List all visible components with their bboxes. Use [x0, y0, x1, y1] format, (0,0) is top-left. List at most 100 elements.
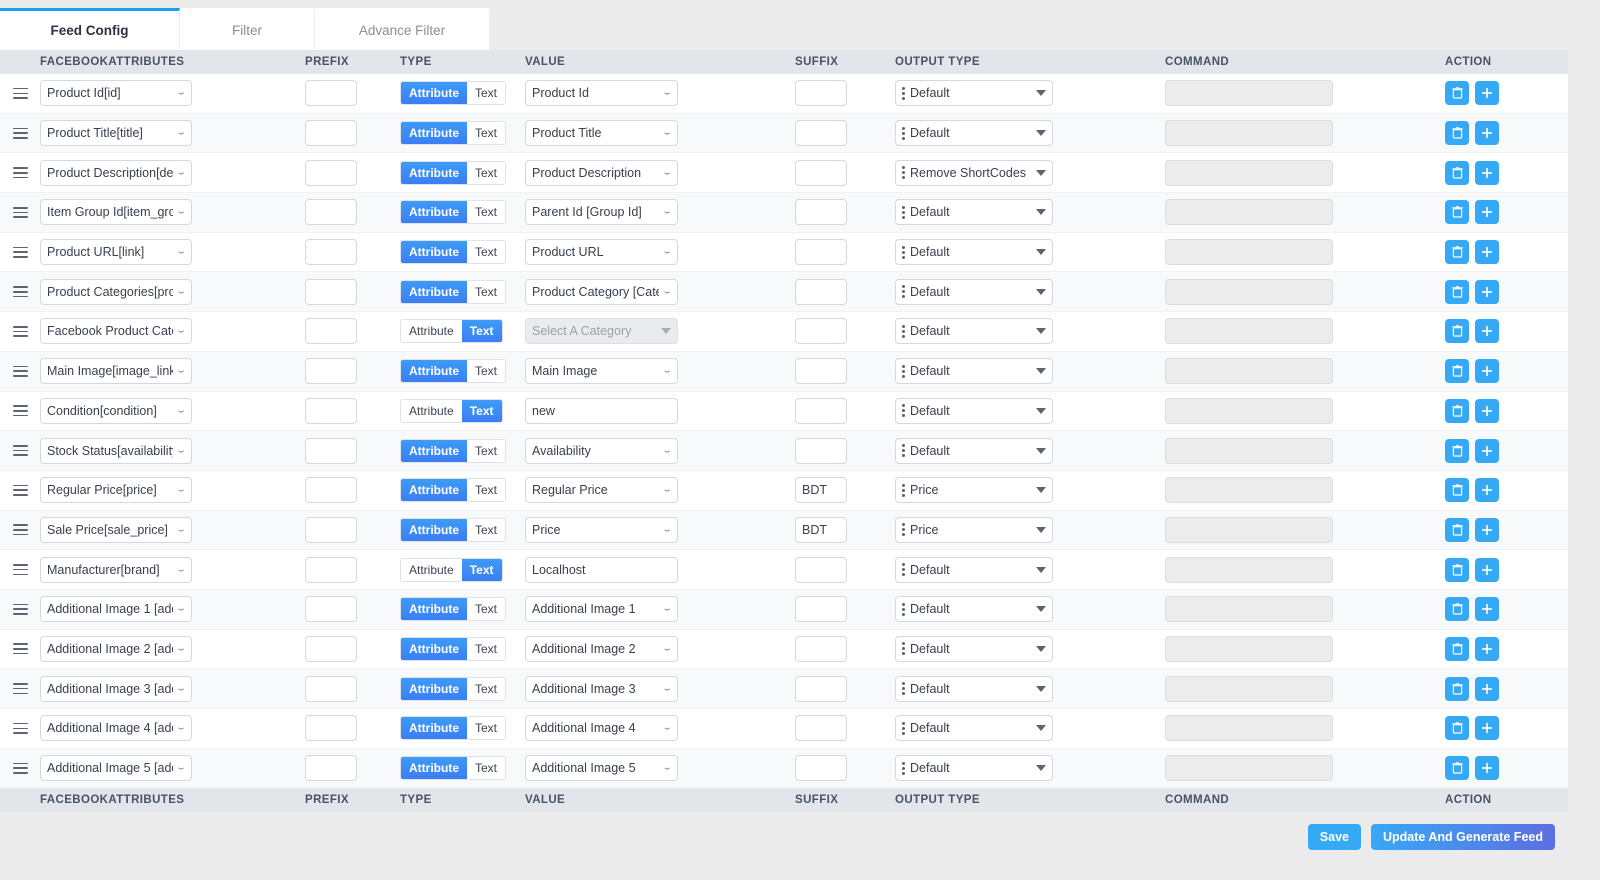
drag-handle-icon[interactable] — [12, 246, 28, 258]
command-input[interactable] — [1165, 437, 1333, 464]
command-input[interactable] — [1165, 755, 1333, 782]
drag-handle-icon[interactable] — [12, 325, 28, 337]
suffix-input[interactable] — [795, 715, 847, 742]
output-type-select[interactable]: Default — [895, 437, 1053, 464]
command-input[interactable] — [1165, 397, 1333, 424]
add-row-button[interactable] — [1475, 597, 1499, 622]
type-toggle[interactable]: Attribute Text — [400, 240, 507, 265]
output-type-select[interactable]: Default — [895, 358, 1053, 385]
type-toggle-text[interactable]: Text — [467, 518, 506, 541]
prefix-input[interactable] — [305, 199, 357, 226]
attribute-select[interactable]: Stock Status[availability] ⌄ — [40, 437, 192, 464]
output-type-select[interactable]: Default — [895, 318, 1053, 345]
type-toggle-attribute[interactable]: Attribute — [401, 122, 467, 145]
delete-row-button[interactable] — [1445, 398, 1469, 423]
prefix-input[interactable] — [305, 358, 357, 385]
delete-row-button[interactable] — [1445, 557, 1469, 582]
type-toggle[interactable]: Attribute Text — [400, 676, 507, 701]
output-type-select[interactable]: Default — [895, 596, 1053, 623]
type-toggle[interactable]: Attribute Text — [400, 279, 507, 304]
attribute-select[interactable]: Product Id[id] ⌄ — [40, 80, 192, 107]
command-input[interactable] — [1165, 358, 1333, 385]
type-toggle-attribute[interactable]: Attribute — [401, 439, 467, 462]
suffix-input[interactable] — [795, 318, 847, 345]
add-row-button[interactable] — [1475, 121, 1499, 146]
add-row-button[interactable] — [1475, 517, 1499, 542]
prefix-input[interactable] — [305, 159, 357, 186]
output-type-select[interactable]: Default — [895, 635, 1053, 662]
attribute-select[interactable]: Manufacturer[brand] ⌄ — [40, 556, 192, 583]
prefix-input[interactable] — [305, 516, 357, 543]
type-toggle[interactable]: Attribute Text — [400, 756, 507, 781]
attribute-select[interactable]: Condition[condition] ⌄ — [40, 397, 192, 424]
type-toggle-text[interactable]: Text — [467, 280, 506, 303]
output-type-select[interactable]: Price — [895, 516, 1053, 543]
command-input[interactable] — [1165, 199, 1333, 226]
command-input[interactable] — [1165, 675, 1333, 702]
prefix-input[interactable] — [305, 397, 357, 424]
command-input[interactable] — [1165, 80, 1333, 107]
prefix-input[interactable] — [305, 437, 357, 464]
drag-handle-icon[interactable] — [12, 603, 28, 615]
attribute-select[interactable]: Additional Image 2 [additional⌄ — [40, 635, 192, 662]
type-toggle-text[interactable]: Text — [467, 201, 506, 224]
value-input[interactable]: new — [525, 397, 678, 424]
value-select[interactable]: Product Id ⌄ — [525, 80, 678, 107]
type-toggle-text[interactable]: Text — [461, 320, 502, 343]
delete-row-button[interactable] — [1445, 597, 1469, 622]
prefix-input[interactable] — [305, 80, 357, 107]
command-input[interactable] — [1165, 556, 1333, 583]
type-toggle-attribute[interactable]: Attribute — [401, 637, 467, 660]
type-toggle-text[interactable]: Text — [467, 439, 506, 462]
attribute-select[interactable]: Product Categories[product_⌄ — [40, 278, 192, 305]
value-select[interactable]: Regular Price ⌄ — [525, 477, 678, 504]
attribute-select[interactable]: Additional Image 5 [additiona⌄ — [40, 755, 192, 782]
command-input[interactable] — [1165, 715, 1333, 742]
command-input[interactable] — [1165, 318, 1333, 345]
suffix-input[interactable] — [795, 199, 847, 226]
prefix-input[interactable] — [305, 755, 357, 782]
drag-handle-icon[interactable] — [12, 524, 28, 536]
command-input[interactable] — [1165, 596, 1333, 623]
output-type-select[interactable]: Default — [895, 80, 1053, 107]
drag-handle-icon[interactable] — [12, 722, 28, 734]
drag-handle-icon[interactable] — [12, 445, 28, 457]
type-toggle[interactable]: Attribute Text — [400, 121, 507, 146]
drag-handle-icon[interactable] — [12, 405, 28, 417]
type-toggle[interactable]: Attribute Text — [400, 200, 507, 225]
type-toggle[interactable]: Attribute Text — [400, 81, 507, 106]
value-select[interactable]: Product Description ⌄ — [525, 159, 678, 186]
add-row-button[interactable] — [1475, 557, 1499, 582]
command-input[interactable] — [1165, 635, 1333, 662]
type-toggle[interactable]: Attribute Text — [400, 398, 503, 423]
prefix-input[interactable] — [305, 278, 357, 305]
prefix-input[interactable] — [305, 318, 357, 345]
type-toggle-attribute[interactable]: Attribute — [401, 757, 467, 780]
command-input[interactable] — [1165, 239, 1333, 266]
drag-handle-icon[interactable] — [12, 167, 28, 179]
type-toggle-text[interactable]: Text — [467, 82, 506, 105]
suffix-input[interactable] — [795, 437, 847, 464]
type-toggle-attribute[interactable]: Attribute — [401, 518, 467, 541]
value-select[interactable]: Main Image ⌄ — [525, 358, 678, 385]
attribute-select[interactable]: Facebook Product Category[f⌄ — [40, 318, 192, 345]
type-toggle[interactable]: Attribute Text — [400, 438, 507, 463]
drag-handle-icon[interactable] — [12, 762, 28, 774]
delete-row-button[interactable] — [1445, 319, 1469, 344]
type-toggle-attribute[interactable]: Attribute — [401, 360, 467, 383]
delete-row-button[interactable] — [1445, 359, 1469, 384]
add-row-button[interactable] — [1475, 438, 1499, 463]
add-row-button[interactable] — [1475, 716, 1499, 741]
add-row-button[interactable] — [1475, 279, 1499, 304]
suffix-input[interactable] — [795, 397, 847, 424]
suffix-input[interactable] — [795, 159, 847, 186]
output-type-select[interactable]: Default — [895, 715, 1053, 742]
delete-row-button[interactable] — [1445, 636, 1469, 661]
type-toggle[interactable]: Attribute Text — [400, 557, 503, 582]
suffix-input[interactable] — [795, 278, 847, 305]
command-input[interactable] — [1165, 516, 1333, 543]
output-type-select[interactable]: Default — [895, 278, 1053, 305]
type-toggle-attribute[interactable]: Attribute — [401, 598, 467, 621]
update-and-generate-feed-button[interactable]: Update And Generate Feed — [1371, 824, 1555, 851]
type-toggle[interactable]: Attribute Text — [400, 716, 507, 741]
